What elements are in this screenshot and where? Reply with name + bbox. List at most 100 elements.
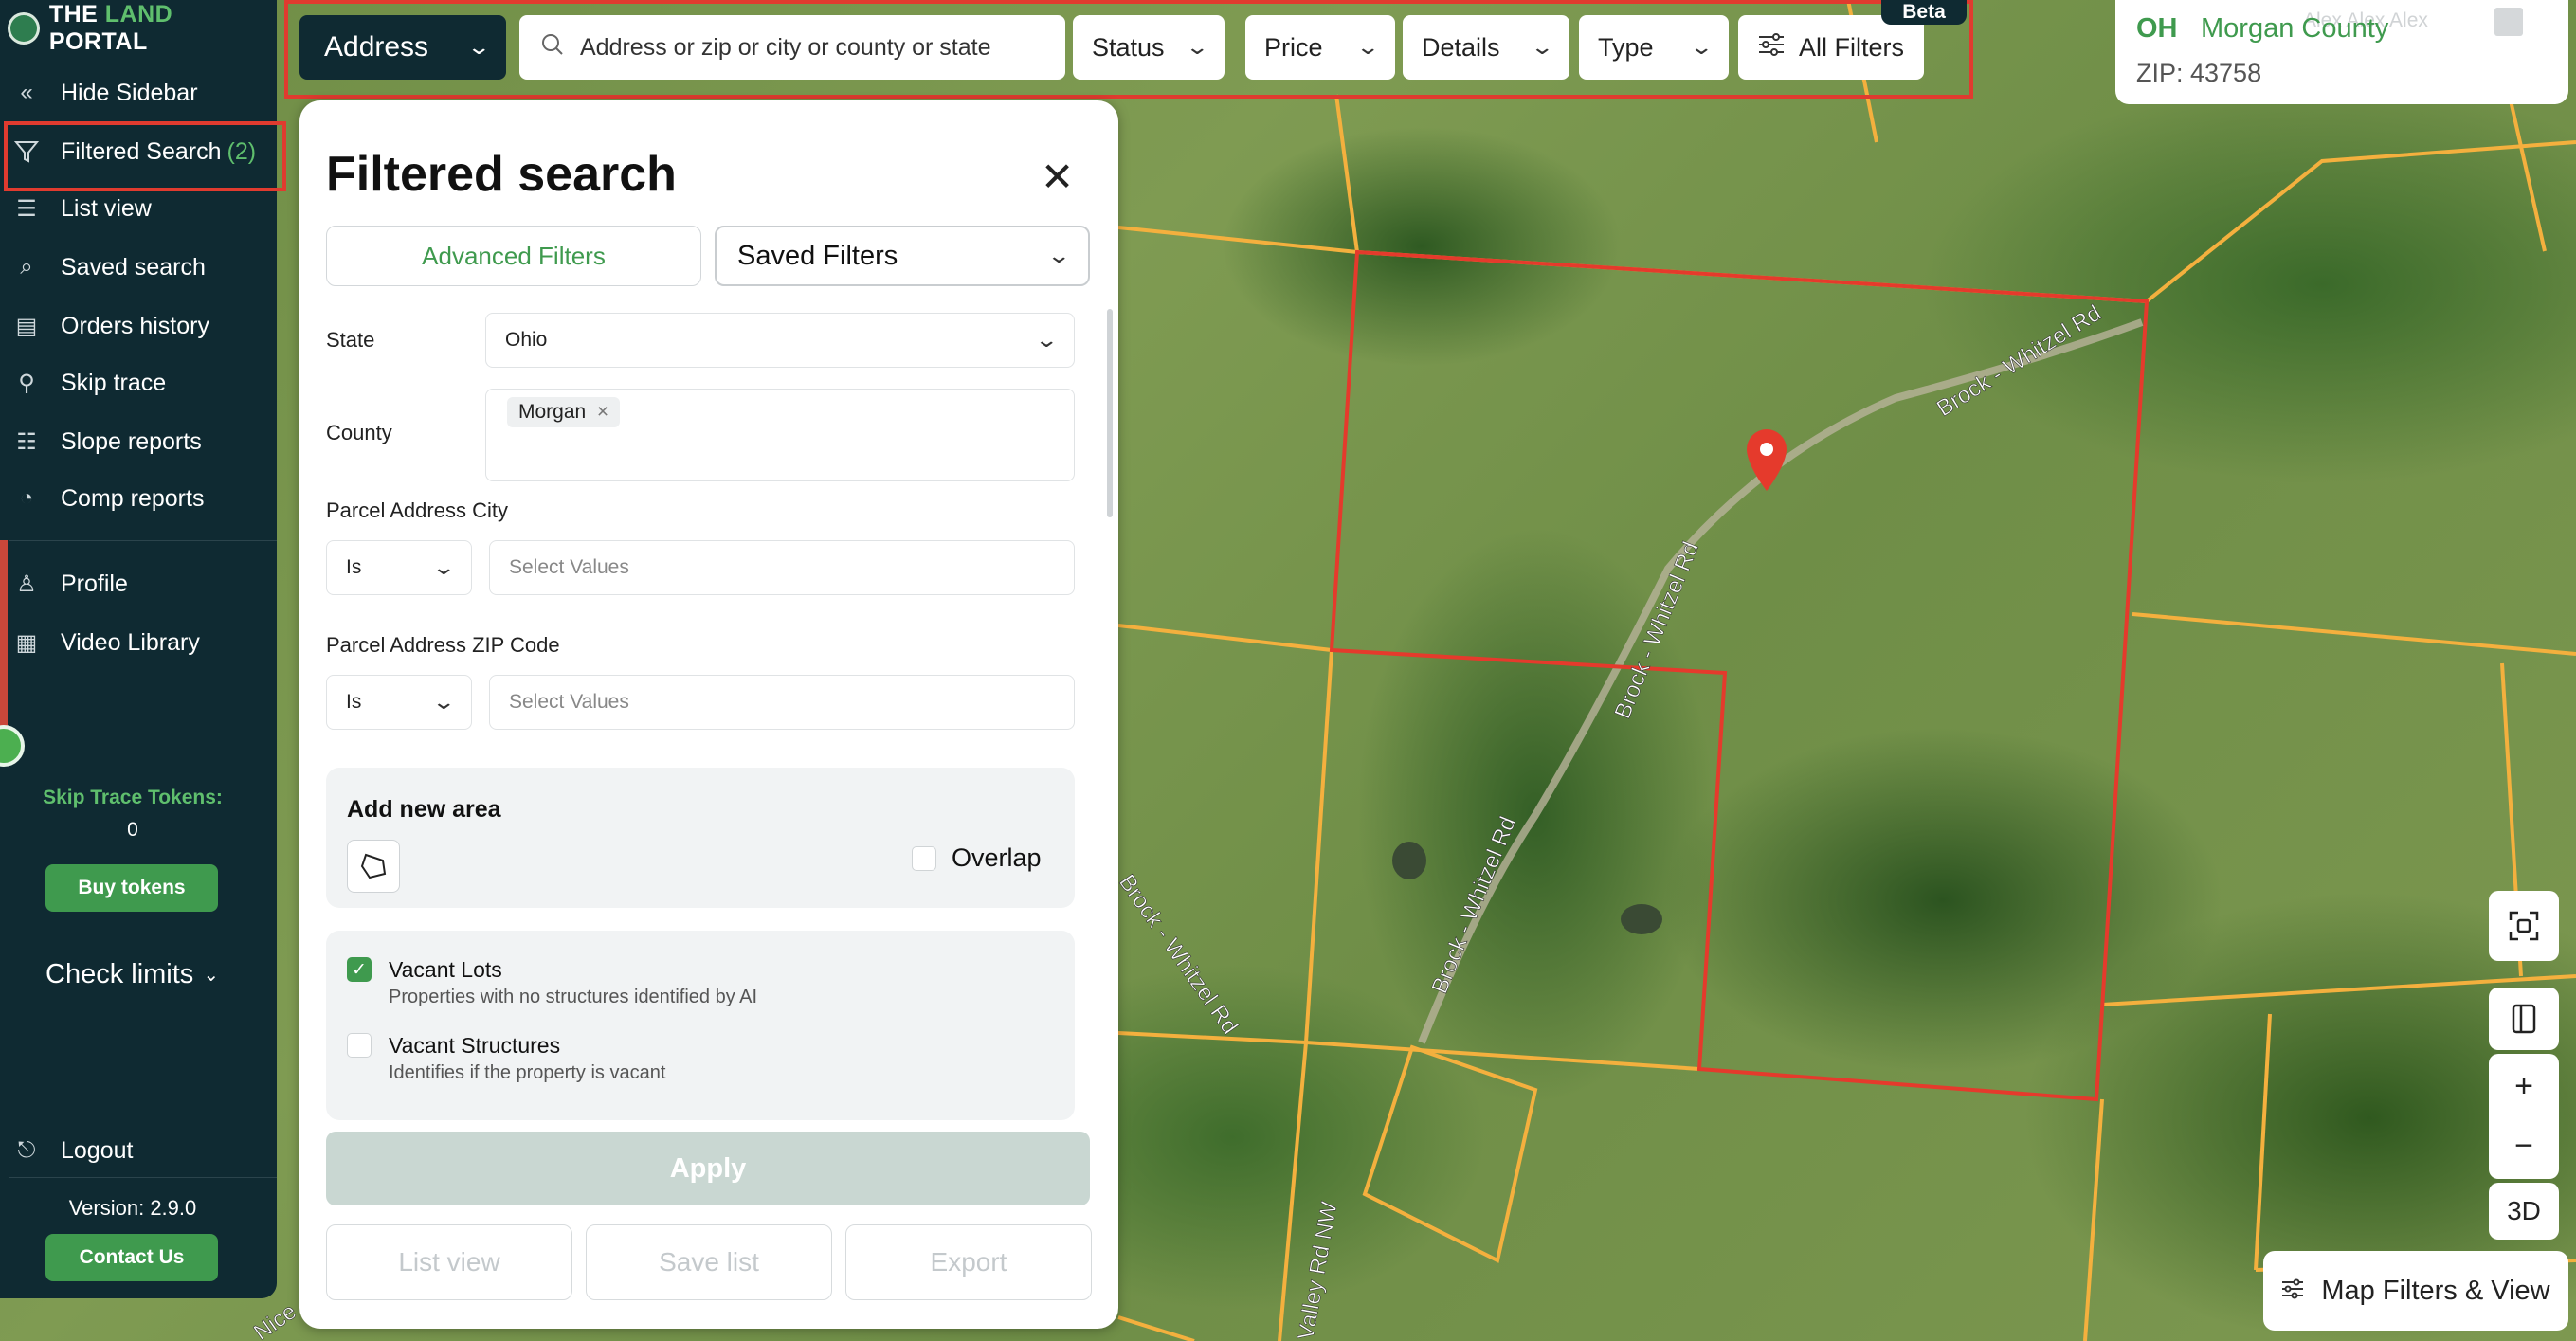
logout-button[interactable]: ⎋ Logout [13,1132,269,1169]
nav-label: Profile [61,570,128,597]
panel-title: Filtered search [326,147,677,202]
search-input[interactable]: Address or zip or city or county or stat… [519,15,1065,80]
globe-logo-icon [8,12,40,45]
remove-tag-icon[interactable]: × [597,401,608,423]
city-values-input[interactable]: Select Values [489,540,1075,595]
zoom-in-button[interactable]: + [2514,1068,2533,1105]
polygon-icon [360,853,387,879]
city-operator-value: Is [346,556,362,578]
city-label: Parcel Address City [326,498,508,522]
sidebar-item-skip-trace[interactable]: ⚲ Skip trace [13,364,269,402]
vacant-lots-checkbox[interactable]: ✓ [347,957,372,982]
sidebar: THE LAND PORTAL « Hide Sidebar Filtered … [0,0,277,1298]
sidebar-item-orders-history[interactable]: ▤ Orders history [13,307,269,345]
3d-toggle-button[interactable]: 3D [2489,1183,2559,1240]
price-filter-dropdown[interactable]: Price ⌄ [1245,15,1395,80]
city-operator-select[interactable]: Is ⌄ [326,540,472,595]
sidebar-item-slope-reports[interactable]: ☷ Slope reports [13,423,269,461]
sidebar-item-profile[interactable]: ♙ Profile [13,565,269,603]
state-code: OH [2136,13,2178,44]
vacant-structures-label: Vacant Structures [389,1033,561,1058]
overlap-checkbox[interactable] [912,845,936,871]
zip-operator-select[interactable]: Is ⌄ [326,675,472,730]
skip-trace-tokens-label: Skip Trace Tokens: [43,787,223,808]
overlap-toggle[interactable]: Overlap [912,843,1042,873]
book-icon [2512,1004,2536,1034]
export-button[interactable]: Export [845,1224,1092,1300]
logout-icon: ⎋ [17,1137,36,1163]
price-label: Price [1264,32,1323,62]
all-filters-button[interactable]: All Filters [1738,15,1924,80]
logo-text-land: LAND [104,1,173,27]
all-filters-label: All Filters [1799,32,1905,62]
nav-label: Skip trace [61,369,167,396]
orders-icon: ▤ [15,313,38,339]
buy-tokens-button[interactable]: Buy tokens [45,864,218,912]
road-label-3: Brock - Whitzel Rd [1427,813,1521,997]
filtered-search-panel: Filtered search ✕ Advanced Filters Saved… [299,100,1118,1329]
zoom-out-button[interactable]: − [2514,1128,2533,1165]
type-filter-dropdown[interactable]: Type ⌄ [1579,15,1729,80]
search-placeholder: Address or zip or city or county or stat… [580,33,991,61]
zip-operator-value: Is [346,691,362,713]
app-logo[interactable]: THE LAND PORTAL [8,1,277,55]
details-filter-dropdown[interactable]: Details ⌄ [1403,15,1569,80]
app-version: Version: 2.9.0 [68,1196,197,1220]
tab-advanced-filters[interactable]: Advanced Filters [326,226,701,286]
sidebar-item-list-view[interactable]: ☰ List view [13,190,269,227]
panel-scrollbar[interactable] [1107,309,1113,517]
avatar[interactable] [2494,8,2523,36]
zoom-controls: + − [2489,1054,2559,1179]
nav-label: Orders history [61,312,209,339]
feedback-toggle[interactable] [0,725,25,767]
chevron-down-icon: ⌄ [1354,35,1380,59]
sidebar-item-video-library[interactable]: ▦ Video Library [13,624,269,661]
fullscreen-button[interactable] [2489,891,2559,961]
status-filter-dropdown[interactable]: Status ⌄ [1073,15,1225,80]
road-label-2: Brock - Whitzel Rd [1610,538,1704,722]
saved-search-icon: ⌕ [20,254,33,280]
county-tag: Morgan × [507,397,621,427]
sidebar-item-comp-reports[interactable]: ◔ Comp reports [13,480,269,517]
zip-values-input[interactable]: Select Values [489,675,1075,730]
save-list-button[interactable]: Save list [586,1224,832,1300]
vacant-lots-label: Vacant Lots [389,957,502,982]
skip-trace-icon: ⚲ [18,370,35,396]
logo-text-the: THE [48,1,105,27]
details-label: Details [1422,32,1500,62]
map-filters-view-button[interactable]: Map Filters & View [2263,1251,2568,1331]
road-label-6: Nice [249,1298,301,1341]
road-label-4: Brock - Whitzel Rd [1114,870,1243,1039]
nav-label: Comp reports [61,484,205,512]
fullscreen-icon [2509,911,2539,941]
contact-us-button[interactable]: Contact Us [45,1234,218,1281]
vacant-structures-option[interactable]: Vacant Structures Identifies if the prop… [347,1033,665,1084]
check-limits-dropdown[interactable]: Check limits ⌄ [45,959,219,990]
hide-sidebar-button[interactable]: « Hide Sidebar [13,74,269,112]
zip-code: ZIP: 43758 [2136,59,2262,87]
apply-button[interactable]: Apply [326,1132,1090,1205]
list-view-button[interactable]: List view [326,1224,572,1300]
beta-badge: Beta [1881,0,1967,25]
nav-label: Slope reports [61,427,202,455]
sidebar-item-saved-search[interactable]: ⌕ Saved search [13,248,269,286]
search-icon [540,32,565,63]
zip-label: Parcel Address ZIP Code [326,633,560,657]
saved-filters-dropdown[interactable]: Saved Filters ⌄ [715,226,1090,286]
address-mode-select[interactable]: Address ⌄ [299,15,506,80]
chevron-down-icon: ⌄ [1184,35,1209,59]
state-select[interactable]: Ohio ⌄ [485,313,1075,368]
layers-button[interactable] [2489,988,2559,1050]
logo-text-portal: PORTAL [48,28,148,55]
vacant-structures-checkbox[interactable] [347,1033,372,1058]
vacant-lots-option[interactable]: ✓ Vacant Lots Properties with no structu… [347,957,757,1008]
nav-label: Logout [61,1136,134,1164]
road-label-1: Brock - Whitzel Rd [1932,300,2106,422]
county-tag-label: Morgan [518,401,587,423]
county-multiselect[interactable]: Morgan × [485,389,1075,481]
skip-trace-tokens-value: 0 [127,819,138,841]
zip-placeholder: Select Values [509,691,629,713]
draw-polygon-button[interactable] [347,840,400,893]
video-icon: ▦ [15,629,38,656]
close-icon[interactable]: ✕ [1041,154,1074,200]
